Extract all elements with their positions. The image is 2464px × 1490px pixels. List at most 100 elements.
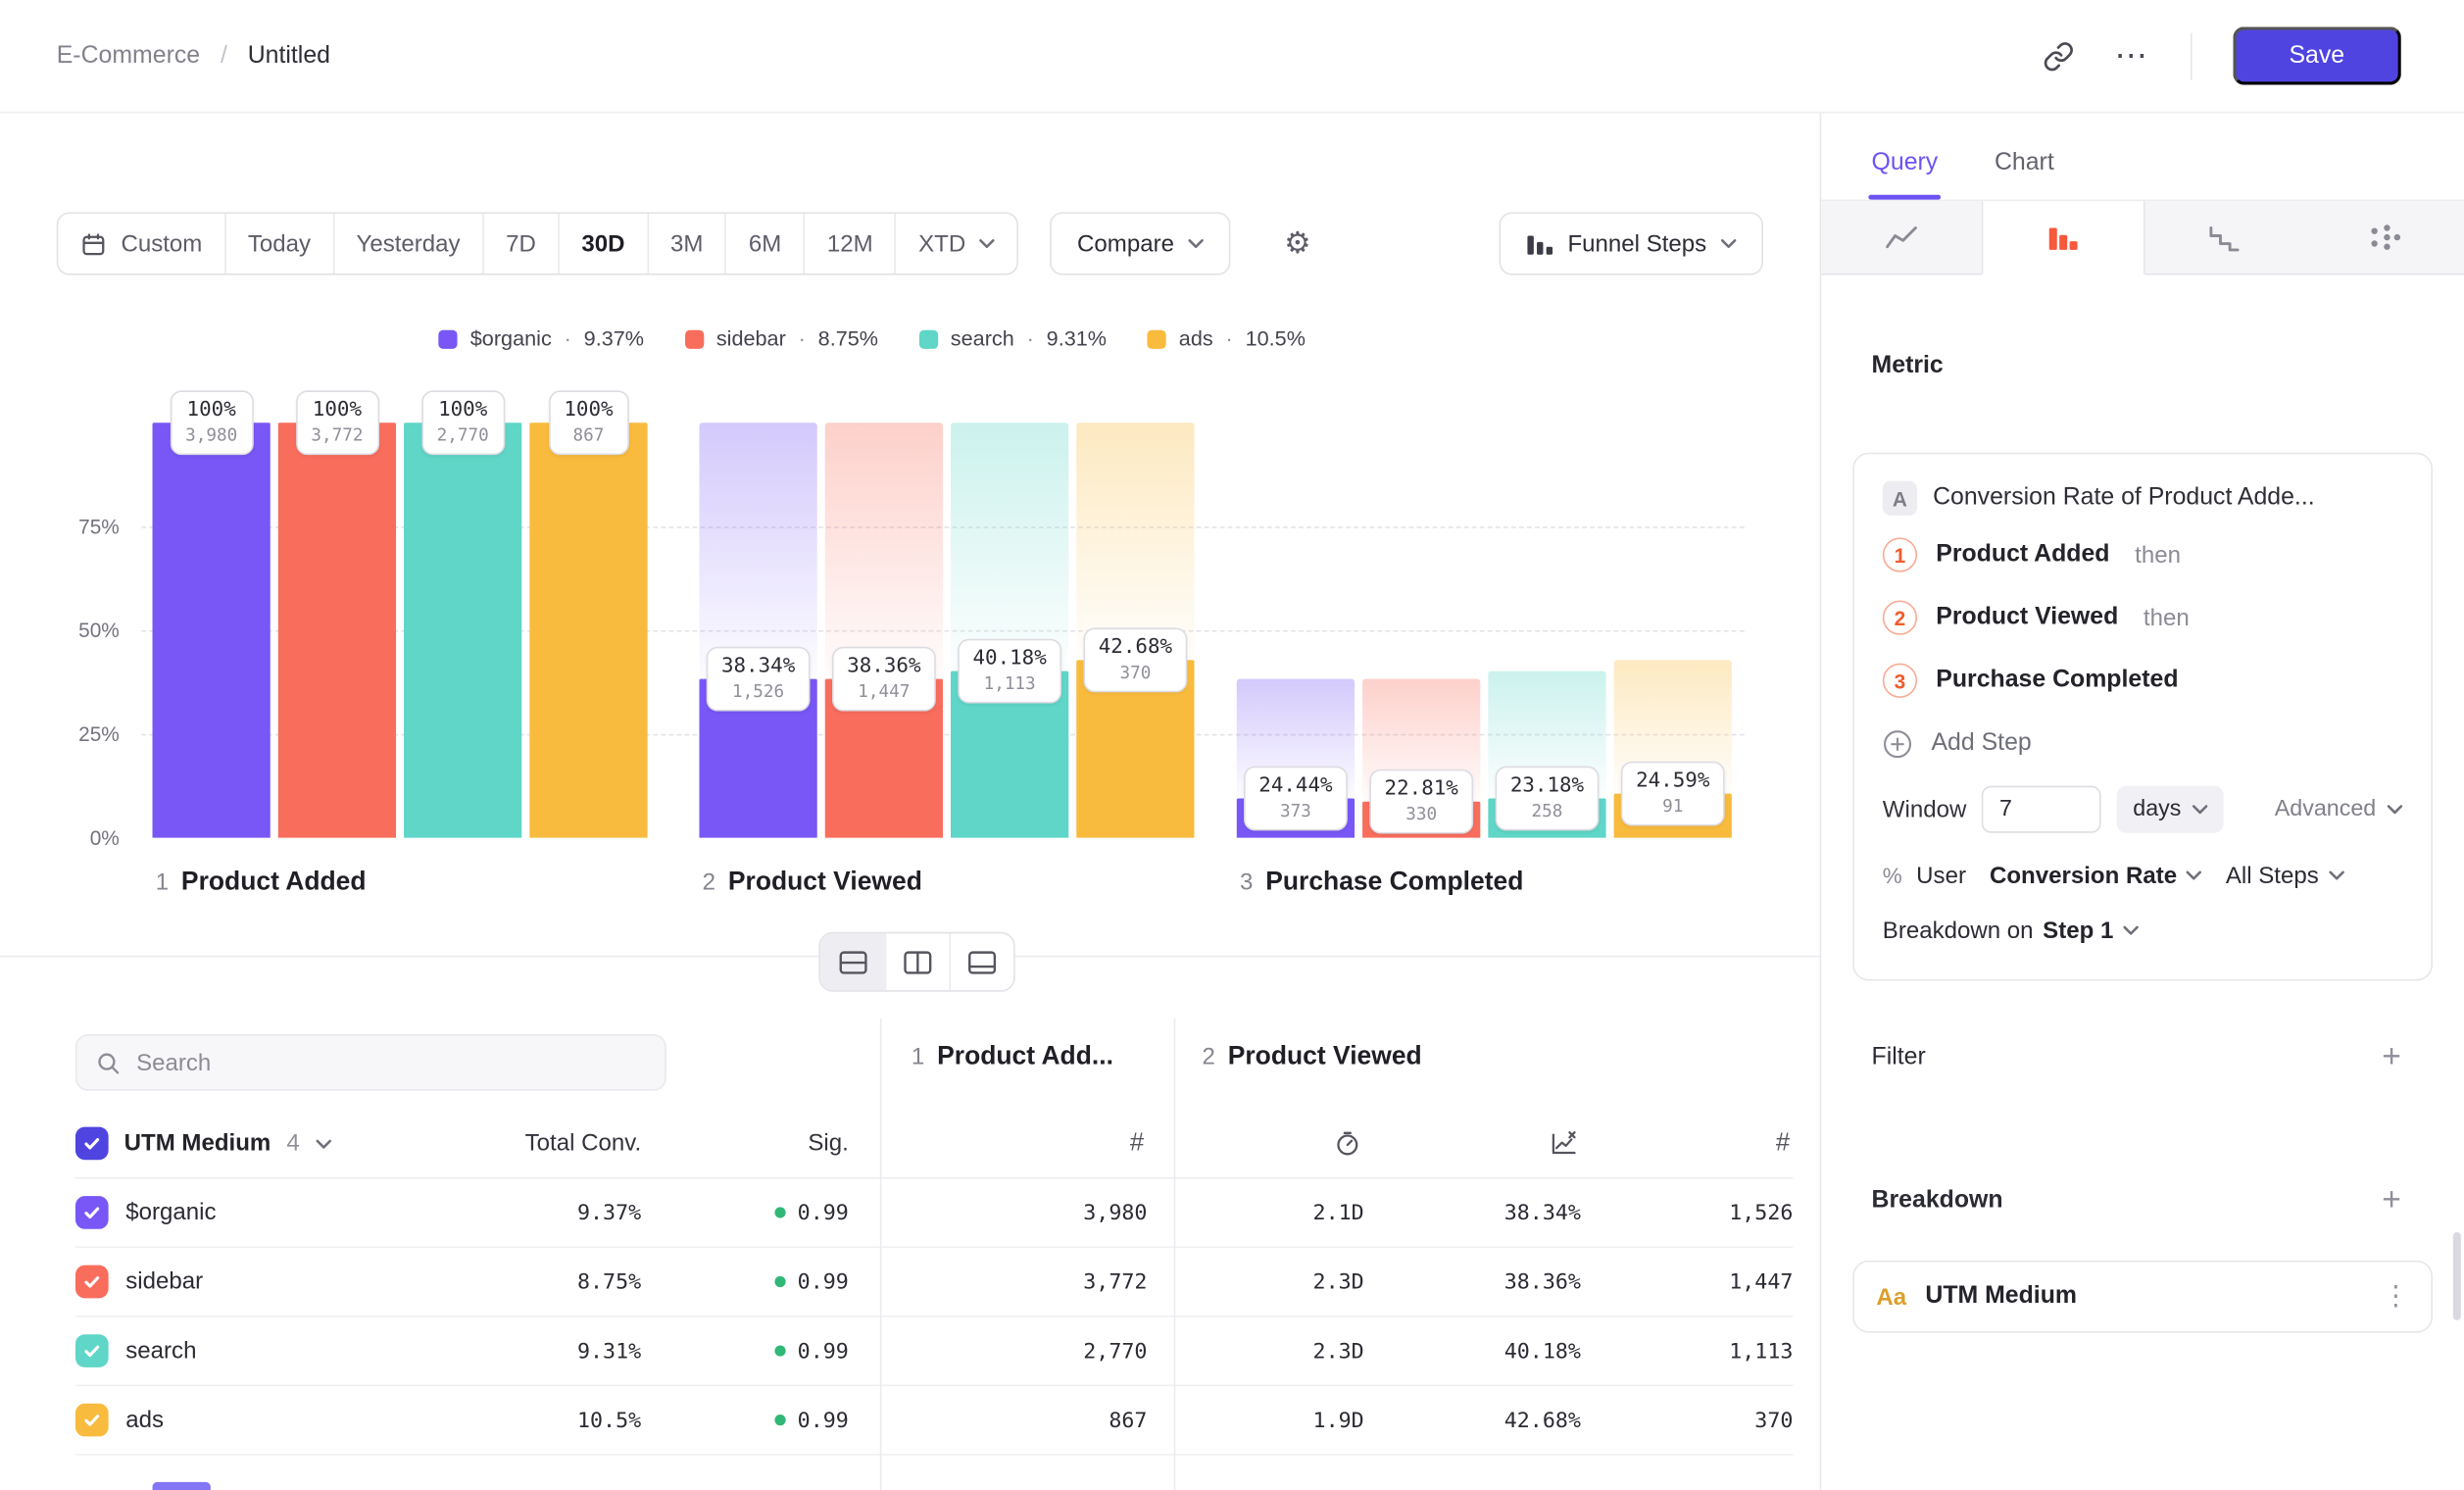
tab-chart[interactable]: Chart [1995,149,2054,199]
table-row[interactable]: search 9.31% 0.99 2,770 2.3D 40.18% 1,11… [75,1317,1793,1387]
search-icon [96,1049,121,1075]
select-all-checkbox[interactable] [75,1127,109,1161]
column-header-total-conv[interactable]: Total Conv. [453,1130,641,1157]
funnel-step-row-2[interactable]: 2 Product Viewed then [1883,586,2403,649]
report-type-funnels-icon[interactable] [1981,201,2144,274]
bar-value-label: 23.18%258 [1495,767,1600,831]
bar-value-label: 38.36%1,447 [831,646,936,711]
table-row[interactable]: sidebar 8.75% 0.99 3,772 2.3D 38.36% 1,4… [75,1248,1793,1317]
funnel-chart: 75% 50% 25% 0% 100%3,980 100%3,772 1 [141,422,1744,837]
layout-split-horizontal-icon[interactable] [820,933,885,990]
search-field[interactable] [75,1034,666,1091]
breakdown-on-step-dropdown[interactable]: Breakdown on Step 1 [1883,907,2403,954]
legend-item[interactable]: sidebar · 8.75% [685,326,878,350]
report-type-retention-icon[interactable] [2144,201,2304,274]
window-unit-select[interactable]: days [2117,786,2223,833]
funnel-bar[interactable]: 100%867 [529,422,647,837]
metric-title-row[interactable]: A Conversion Rate of Product Adde... [1883,473,2403,523]
date-range-xtd[interactable]: XTD [895,214,1017,273]
funnel-bar[interactable]: 100%3,980 [153,422,271,837]
funnel-step-group-1: 100%3,980 100%3,772 100%2,770 100%867 [153,422,648,837]
bar-ghost [825,422,943,678]
funnel-step-row-1[interactable]: 1 Product Added then [1883,523,2403,586]
funnel-bar[interactable]: 22.81%330 [1362,422,1480,837]
row-checkbox[interactable] [75,1334,109,1367]
layout-bottom-panel-icon[interactable] [949,933,1013,990]
add-filter-icon[interactable]: + [2382,1040,2401,1073]
save-button[interactable]: Save [2233,26,2401,84]
row-checkbox[interactable] [75,1404,109,1437]
chevron-down-icon [316,1139,331,1149]
date-range-today[interactable]: Today [224,214,333,273]
table-row[interactable]: $organic 9.37% 0.99 3,980 2.1D 38.34% 1,… [75,1178,1793,1248]
date-range-12m[interactable]: 12M [804,214,895,273]
measure-scope-dropdown[interactable]: All Steps [2226,862,2344,888]
date-range-custom[interactable]: Custom [58,214,223,273]
kebab-menu-icon[interactable]: ⋮ [2383,1281,2409,1313]
funnel-bar[interactable]: 40.18%1,113 [951,422,1068,837]
top-bar: E-Commerce / Untitled ⋯ Save [0,0,2464,113]
legend-item[interactable]: $organic · 9.37% [439,326,644,350]
count-column-icon[interactable]: # [1776,1129,1790,1158]
significance-value: 0.99 [798,1200,849,1225]
funnel-bar[interactable]: 42.68%370 [1076,422,1194,837]
metric-section-title: Metric [1872,352,2414,380]
table-row[interactable]: ads 10.5% 0.99 867 1.9D 42.68% 370 [75,1386,1793,1456]
more-options-icon[interactable]: ⋯ [2115,39,2149,73]
horizontal-scrollbar-thumb[interactable] [153,1482,211,1490]
conversion-rate-column-icon[interactable] [1364,1130,1581,1157]
breakdown-property-card[interactable]: Aa UTM Medium ⋮ [1852,1261,2433,1333]
calendar-icon [80,230,107,257]
advanced-toggle[interactable]: Advanced [2275,797,2403,822]
row-checkbox[interactable] [75,1196,109,1229]
funnel-bar[interactable]: 23.18%258 [1488,422,1605,837]
chart-view-selector[interactable]: Funnel Steps [1499,212,1763,274]
add-step-button[interactable]: Add Step [1883,712,2403,774]
time-to-convert-column-icon[interactable] [1174,1130,1364,1157]
step2-count: 1,447 [1581,1269,1793,1295]
report-type-flows-icon[interactable] [2304,201,2464,274]
bar-value-label: 100%867 [548,390,628,455]
funnel-step-row-3[interactable]: 3 Purchase Completed [1883,649,2403,712]
date-range-7d[interactable]: 7D [482,214,558,273]
layout-split-vertical-icon[interactable] [885,933,950,990]
chevron-down-icon [2328,870,2343,880]
funnel-bar[interactable]: 100%3,772 [278,422,396,837]
funnel-bar[interactable]: 24.59%91 [1614,422,1732,837]
funnel-bar[interactable]: 38.36%1,447 [825,422,943,837]
row-label: sidebar [125,1268,203,1295]
measure-entity[interactable]: User [1916,862,1966,888]
breadcrumb-project[interactable]: E-Commerce [57,41,200,70]
measure-type-dropdown[interactable]: Conversion Rate [1990,862,2202,888]
funnel-bar[interactable]: 38.34%1,526 [699,422,816,837]
window-value-input[interactable] [1982,786,2101,833]
count-column-icon[interactable]: # [1130,1129,1144,1158]
breadcrumb-report-title[interactable]: Untitled [248,41,330,70]
window-label: Window [1883,796,1967,822]
plus-circle-icon [1883,728,1912,758]
row-checkbox[interactable] [75,1266,109,1299]
add-breakdown-icon[interactable]: + [2382,1183,2401,1217]
search-input[interactable] [136,1049,646,1075]
share-link-icon[interactable] [2043,40,2074,72]
column-header-sig[interactable]: Sig. [641,1130,849,1157]
tab-query[interactable]: Query [1872,149,1939,199]
step2-conv: 40.18% [1364,1338,1581,1364]
gear-icon[interactable]: ⚙ [1284,225,1310,262]
significance-dot [775,1207,786,1217]
compare-button[interactable]: Compare [1051,212,1231,274]
date-range-30d[interactable]: 30D [558,214,647,273]
panel-scrollbar-thumb[interactable] [2453,1232,2461,1320]
legend-item[interactable]: ads · 10.5% [1148,326,1306,350]
date-range-6m[interactable]: 6M [725,214,804,273]
breakdown-column-title[interactable]: UTM Medium [124,1130,271,1157]
date-range-3m[interactable]: 3M [647,214,725,273]
date-range-yesterday[interactable]: Yesterday [332,214,482,273]
legend-item[interactable]: search · 9.31% [919,326,1107,350]
report-type-insights-icon[interactable] [1821,201,1981,274]
bar-value-label: 100%2,770 [421,390,505,455]
funnel-bar[interactable]: 100%2,770 [404,422,521,837]
metric-title: Conversion Rate of Product Adde... [1933,484,2315,513]
percent-icon: % [1883,863,1902,888]
funnel-bar[interactable]: 24.44%373 [1237,422,1355,837]
